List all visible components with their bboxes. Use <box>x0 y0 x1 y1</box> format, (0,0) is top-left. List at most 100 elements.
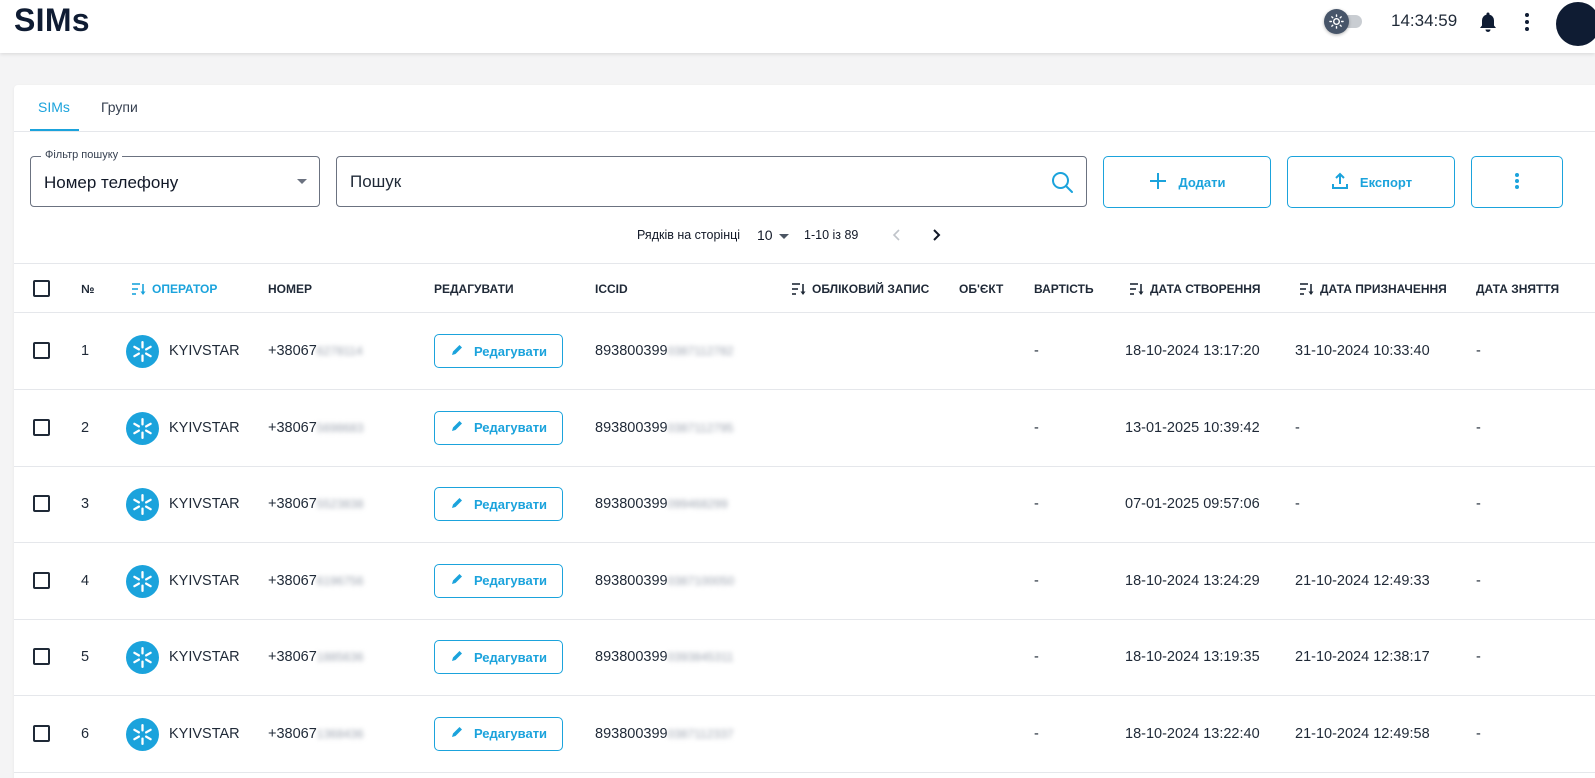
tabs-bar: SIMs Групи <box>14 85 1595 132</box>
number-hidden: 5698683 <box>316 420 364 435</box>
pencil-icon <box>450 496 464 513</box>
export-label: Експорт <box>1359 174 1413 190</box>
row-cost: - <box>1034 496 1039 512</box>
row-num: 1 <box>81 343 90 359</box>
tab-groups[interactable]: Групи <box>101 99 138 115</box>
row-number: +380676278114 <box>268 343 363 359</box>
export-button[interactable]: Експорт <box>1287 156 1455 208</box>
row-assigned: 21-10-2024 12:38:17 <box>1295 649 1430 665</box>
edit-button[interactable]: Редагувати <box>434 640 563 674</box>
sort-icon <box>1300 283 1314 295</box>
more-menu-icon[interactable] <box>1518 11 1536 33</box>
search-input[interactable] <box>350 172 1030 192</box>
row-checkbox[interactable] <box>33 571 50 589</box>
iccid-hidden: 0393845311 <box>667 650 734 664</box>
edit-button[interactable]: Редагувати <box>434 487 563 521</box>
row-checkbox[interactable] <box>33 342 50 359</box>
row-num: 3 <box>81 496 90 512</box>
theme-toggle[interactable] <box>1324 9 1364 34</box>
search-icon[interactable] <box>1050 170 1074 194</box>
row-num: 2 <box>81 419 90 436</box>
filter-label: Фільтр пошуку <box>41 149 123 161</box>
avatar[interactable] <box>1556 2 1595 46</box>
table-header: № ОПЕРАТОР НОМЕР РЕДАГУВАТИ ICCID ОБЛІКО… <box>14 263 1595 313</box>
rows-dropdown-arrow-icon[interactable] <box>779 234 789 239</box>
row-iccid: 8938003990387112337 <box>595 726 733 742</box>
more-actions-button[interactable] <box>1471 156 1563 208</box>
col-operator[interactable]: ОПЕРАТОР <box>131 282 217 296</box>
kyivstar-logo-icon <box>126 411 159 445</box>
iccid-prefix: 893800399 <box>595 343 668 359</box>
iccid-hidden: 0387112337 <box>667 726 734 741</box>
edit-button[interactable]: Редагувати <box>434 563 563 598</box>
row-checkbox[interactable] <box>33 648 50 665</box>
row-number: +380671885636 <box>268 649 364 665</box>
kyivstar-logo-icon <box>126 488 159 521</box>
row-cost: - <box>1034 572 1039 589</box>
add-button[interactable]: Додати <box>1103 156 1271 208</box>
table-row: 3 KYIVSTAR +380675523838 Редагувати 89380039… <box>14 466 1595 543</box>
edit-button[interactable]: Редагувати <box>434 410 563 445</box>
row-removed: - <box>1476 496 1481 512</box>
col-created[interactable]: ДАТА СТВОРЕННЯ <box>1129 282 1261 296</box>
row-cost: - <box>1034 419 1039 436</box>
edit-button[interactable]: Редагувати <box>434 716 563 751</box>
row-operator: KYIVSTAR <box>169 496 240 512</box>
sims-card: SIMs Групи Фільтр пошуку Номер телефону … <box>14 85 1595 778</box>
number-prefix: +38067 <box>268 572 317 589</box>
col-removed: ДАТА ЗНЯТТЯ <box>1476 282 1560 296</box>
bell-icon[interactable] <box>1478 11 1498 33</box>
edit-button[interactable]: Редагувати <box>434 334 563 368</box>
row-assigned: - <box>1295 496 1300 512</box>
col-account[interactable]: ОБЛІКОВИЙ ЗАПИС <box>791 282 929 296</box>
row-cost: - <box>1034 649 1039 665</box>
number-hidden: 6278114 <box>316 344 363 358</box>
row-assigned: 31-10-2024 10:33:40 <box>1295 343 1430 359</box>
col-assigned[interactable]: ДАТА ПРИЗНАЧЕННЯ <box>1299 282 1447 296</box>
row-removed: - <box>1476 649 1481 665</box>
pencil-icon <box>450 419 464 436</box>
iccid-prefix: 893800399 <box>595 725 668 742</box>
row-checkbox[interactable] <box>33 495 50 512</box>
filter-value: Номер телефону <box>44 173 179 192</box>
prev-page-icon[interactable] <box>890 227 904 243</box>
pagination-range: 1-10 із 89 <box>804 228 859 242</box>
page-title: SIMs <box>14 2 90 38</box>
tab-sims[interactable]: SIMs <box>38 99 70 115</box>
row-checkbox[interactable] <box>33 724 50 742</box>
row-removed: - <box>1476 343 1481 359</box>
number-prefix: +38067 <box>268 496 317 512</box>
row-created: 18-10-2024 13:24:29 <box>1125 572 1260 589</box>
edit-label: Редагувати <box>473 420 548 435</box>
iccid-hidden: 099468299 <box>667 497 728 511</box>
next-page-icon[interactable] <box>929 227 943 243</box>
row-assigned: 21-10-2024 12:49:58 <box>1295 725 1430 742</box>
row-cost: - <box>1034 725 1039 742</box>
pencil-icon <box>450 725 464 742</box>
col-cost: ВАРТІСТЬ <box>1034 282 1094 296</box>
select-all-checkbox[interactable] <box>33 280 50 297</box>
row-number: +380675698683 <box>268 420 364 436</box>
row-num: 4 <box>81 572 90 589</box>
row-num: 6 <box>81 725 90 742</box>
row-operator: KYIVSTAR <box>169 725 240 742</box>
col-num: № <box>81 282 95 296</box>
clock: 14:34:59 <box>1391 11 1458 30</box>
col-assigned-label: ДАТА ПРИЗНАЧЕННЯ <box>1320 282 1447 296</box>
search-filter-select[interactable]: Фільтр пошуку Номер телефону <box>30 149 320 207</box>
col-account-label: ОБЛІКОВИЙ ЗАПИС <box>812 282 930 296</box>
iccid-prefix: 893800399 <box>595 496 668 512</box>
row-number: +380671368436 <box>268 726 364 742</box>
row-checkbox[interactable] <box>33 418 50 436</box>
rows-per-page-select[interactable]: 10 <box>757 227 773 243</box>
dropdown-arrow-icon <box>297 179 307 184</box>
iccid-hidden: 0387112795 <box>667 420 734 435</box>
edit-label: Редагувати <box>473 649 548 665</box>
row-created: 18-10-2024 13:17:20 <box>1125 343 1260 359</box>
edit-label: Редагувати <box>473 573 548 588</box>
search-field[interactable] <box>336 156 1087 207</box>
row-iccid: 8938003990387112795 <box>595 420 733 436</box>
iccid-prefix: 893800399 <box>595 572 668 589</box>
pencil-icon <box>450 572 464 589</box>
row-operator: KYIVSTAR <box>169 572 240 589</box>
